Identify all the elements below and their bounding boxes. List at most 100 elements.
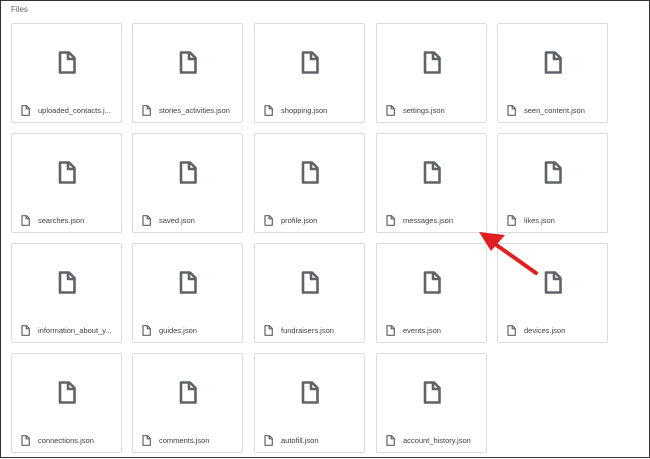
file-preview [12, 134, 121, 210]
file-icon [301, 50, 319, 74]
file-name: likes.json [524, 215, 555, 225]
file-tile[interactable]: messages.json [376, 133, 487, 233]
file-name: fundraisers.json [281, 325, 334, 335]
file-name: messages.json [403, 215, 454, 225]
file-label-row: comments.json [133, 428, 242, 452]
file-tile[interactable]: shopping.json [254, 23, 365, 123]
file-preview [377, 24, 486, 100]
file-label-row: guides.json [133, 318, 242, 342]
file-tile[interactable]: uploaded_contacts.j... [11, 23, 122, 123]
file-name: settings.json [403, 105, 445, 115]
file-label-row: messages.json [377, 208, 486, 232]
files-panel: Files uploaded_contacts.j... stories_act… [0, 0, 650, 458]
file-label-row: profile.json [255, 208, 364, 232]
file-icon [264, 214, 273, 226]
file-tile[interactable]: connections.json [11, 353, 122, 453]
file-preview [498, 24, 607, 100]
file-tile[interactable]: devices.json [497, 243, 608, 343]
file-tile[interactable]: settings.json [376, 23, 487, 123]
file-icon [423, 50, 441, 74]
file-icon [142, 324, 151, 336]
file-preview [133, 134, 242, 210]
file-name: comments.json [159, 435, 210, 445]
file-label-row: settings.json [377, 98, 486, 122]
file-name: connections.json [38, 435, 94, 445]
file-icon [58, 50, 76, 74]
file-preview [377, 354, 486, 430]
file-icon [179, 50, 197, 74]
file-tile[interactable]: account_history.json [376, 353, 487, 453]
file-preview [498, 244, 607, 320]
file-icon [179, 270, 197, 294]
file-preview [255, 24, 364, 100]
file-icon [179, 380, 197, 404]
file-icon [179, 160, 197, 184]
file-name: shopping.json [281, 105, 328, 115]
file-icon [264, 324, 273, 336]
file-tile[interactable]: seen_content.json [497, 23, 608, 123]
file-icon [264, 434, 273, 446]
file-tile[interactable]: comments.json [132, 353, 243, 453]
file-icon [423, 380, 441, 404]
file-preview [377, 244, 486, 320]
file-icon [142, 434, 151, 446]
file-label-row: devices.json [498, 318, 607, 342]
file-icon [142, 214, 151, 226]
file-tile[interactable]: profile.json [254, 133, 365, 233]
file-label-row: account_history.json [377, 428, 486, 452]
file-icon [21, 434, 30, 446]
file-icon [58, 270, 76, 294]
file-preview [12, 244, 121, 320]
file-icon [507, 214, 516, 226]
file-preview [12, 24, 121, 100]
file-icon [264, 104, 273, 116]
file-name: profile.json [281, 215, 318, 225]
file-icon [58, 160, 76, 184]
file-tile[interactable]: autofill.json [254, 353, 365, 453]
file-name: seen_content.json [524, 105, 585, 115]
file-label-row: likes.json [498, 208, 607, 232]
file-icon [58, 380, 76, 404]
file-name: account_history.json [403, 435, 471, 445]
file-icon [386, 104, 395, 116]
file-label-row: searches.json [12, 208, 121, 232]
file-icon [21, 104, 30, 116]
file-tile[interactable]: searches.json [11, 133, 122, 233]
file-name: events.json [403, 325, 441, 335]
file-icon [507, 324, 516, 336]
file-name: information_about_y... [38, 325, 112, 335]
file-name: autofill.json [281, 435, 319, 445]
file-tile[interactable]: fundraisers.json [254, 243, 365, 343]
file-preview [498, 134, 607, 210]
file-preview [255, 354, 364, 430]
file-tile[interactable]: guides.json [132, 243, 243, 343]
file-icon [21, 324, 30, 336]
file-tile[interactable]: stories_activities.json [132, 23, 243, 123]
file-tile[interactable]: events.json [376, 243, 487, 343]
file-tile[interactable]: saved.json [132, 133, 243, 233]
file-preview [12, 354, 121, 430]
file-label-row: information_about_y... [12, 318, 121, 342]
file-preview [133, 244, 242, 320]
file-label-row: connections.json [12, 428, 121, 452]
file-preview [133, 24, 242, 100]
file-icon [301, 270, 319, 294]
file-icon [386, 324, 395, 336]
file-icon [544, 270, 562, 294]
file-icon [423, 160, 441, 184]
file-label-row: fundraisers.json [255, 318, 364, 342]
file-label-row: saved.json [133, 208, 242, 232]
file-tile[interactable]: information_about_y... [11, 243, 122, 343]
file-label-row: events.json [377, 318, 486, 342]
file-name: stories_activities.json [159, 105, 230, 115]
file-name: searches.json [38, 215, 85, 225]
file-tile[interactable]: likes.json [497, 133, 608, 233]
file-name: devices.json [524, 325, 566, 335]
file-icon [301, 160, 319, 184]
file-preview [255, 134, 364, 210]
file-icon [21, 214, 30, 226]
file-label-row: uploaded_contacts.j... [12, 98, 121, 122]
file-icon [386, 434, 395, 446]
file-preview [255, 244, 364, 320]
file-icon [301, 380, 319, 404]
